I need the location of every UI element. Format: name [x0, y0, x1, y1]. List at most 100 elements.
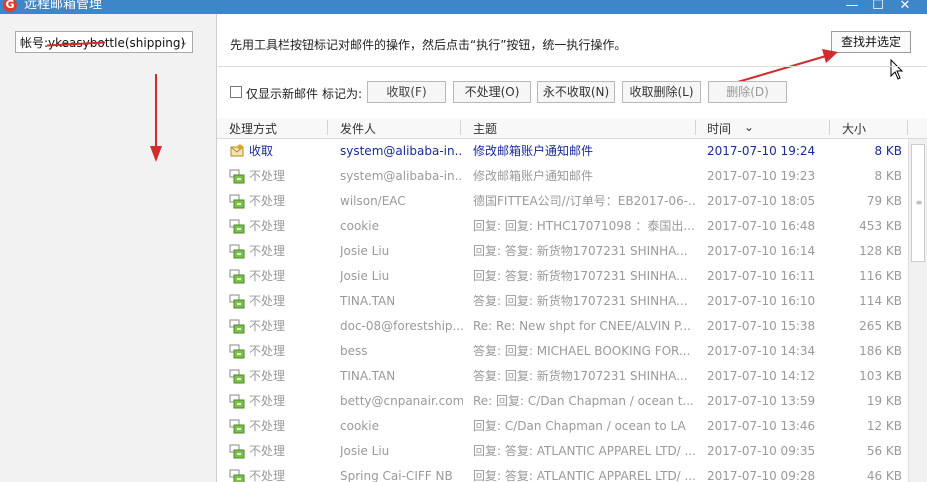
size-cell: 265 KB	[859, 319, 902, 333]
sender-cell: cookie	[340, 419, 379, 433]
mail-row[interactable]: 不处理 TINA.TAN 答复: 回复: 新货物1707231 SHINHA... 2…	[217, 289, 907, 314]
mail-row[interactable]: 不处理 cookie 回复: 回复: HTHC17071098 ：泰国出... 201…	[217, 214, 907, 239]
action-cell: 不处理	[249, 319, 286, 333]
subject-cell: 回复: 答复: 新货物1707231 SHINHA...	[473, 269, 688, 283]
sender-cell: doc-08@forestship...	[340, 319, 463, 333]
sender-cell: system@alibaba-in...	[340, 169, 463, 183]
column-header-sender[interactable]: 发件人	[340, 120, 376, 137]
mail-row[interactable]: 不处理 betty@cnpanair.com Re: 回复: C/Dan Chapm…	[217, 389, 907, 414]
action-cell: 不处理	[249, 194, 286, 208]
mail-row[interactable]: 不处理 Josie Liu 回复: 答复: 新货物1707231 SHINHA...…	[217, 264, 907, 289]
chevron-down-icon: ⌄	[179, 37, 188, 48]
mail-row[interactable]: 不处理 Josie Liu 回复: 答复: 新货物1707231 SHINHA...…	[217, 239, 907, 264]
subject-cell: 回复: 答复: 新货物1707231 SHINHA...	[473, 244, 688, 258]
mail-row[interactable]: 收取 system@alibaba-in... 修改邮箱账户通知邮件 2017-07-…	[217, 139, 907, 164]
receive-delete-button[interactable]: 收取删除(L)	[622, 81, 701, 103]
ignore-mail-icon	[229, 294, 245, 309]
mail-row[interactable]: 不处理 bess 答复: 回复: MICHAEL BOOKING FOR... 201…	[217, 339, 907, 364]
subject-cell: 回复: 回复: HTHC17071098 ：泰国出...	[473, 219, 695, 233]
column-divider[interactable]	[907, 120, 908, 135]
ignore-mail-icon	[229, 319, 245, 334]
size-cell: 128 KB	[859, 244, 902, 258]
mail-row[interactable]: 不处理 Spring Cai-CIFF NB 回复: 答复: ATLANTIC AP…	[217, 464, 907, 482]
scrollbar-thumb[interactable]: ≡	[911, 144, 925, 262]
size-cell: 79 KB	[866, 194, 902, 208]
column-header-action[interactable]: 处理方式	[229, 120, 277, 137]
sender-cell: bess	[340, 344, 368, 358]
time-cell: 2017-07-10 09:28	[707, 469, 816, 482]
time-cell: 2017-07-10 18:05	[707, 194, 816, 208]
minimize-button[interactable]: —	[842, 0, 862, 13]
size-cell: 114 KB	[859, 294, 902, 308]
action-cell: 不处理	[249, 394, 286, 408]
sender-cell: system@alibaba-in...	[340, 144, 463, 158]
mail-row[interactable]: 不处理 system@alibaba-in... 修改邮箱账户通知邮件 2017-07…	[217, 164, 907, 189]
close-button[interactable]: ✕	[895, 0, 915, 13]
column-header-time[interactable]: 时间	[707, 120, 731, 137]
title-bar: G 远程邮箱管理 — ☐ ✕	[0, 0, 927, 14]
size-cell: 8 KB	[874, 144, 902, 158]
receive-button[interactable]: 收取(F)	[367, 81, 446, 103]
only-new-checkbox[interactable]	[230, 86, 242, 98]
action-cell: 不处理	[249, 469, 286, 482]
mail-row[interactable]: 不处理 Josie Liu 回复: 答复: ATLANTIC APPAREL LTD…	[217, 439, 907, 464]
window-title: 远程邮箱管理	[24, 0, 103, 12]
time-cell: 2017-07-10 13:46	[707, 419, 816, 433]
column-divider[interactable]	[695, 120, 696, 135]
action-cell: 不处理	[249, 344, 286, 358]
subject-cell: 答复: 回复: MICHAEL BOOKING FOR...	[473, 344, 691, 358]
subject-cell: 答复: 回复: 新货物1707231 SHINHA...	[473, 369, 688, 383]
ignore-mail-icon	[229, 419, 245, 434]
action-cell: 不处理	[249, 369, 286, 383]
subject-cell: 回复: 答复: ATLANTIC APPAREL LTD/ ...	[473, 469, 695, 482]
sender-cell: Spring Cai-CIFF NB	[340, 469, 453, 482]
column-header-subject[interactable]: 主题	[473, 120, 497, 137]
red-arrow-down-icon	[150, 74, 162, 162]
maximize-button[interactable]: ☐	[868, 0, 888, 13]
sender-cell: Josie Liu	[340, 269, 390, 283]
ignore-mail-icon	[229, 444, 245, 459]
receive-mail-icon	[230, 144, 244, 157]
ignore-mail-icon	[229, 244, 245, 259]
delete-button[interactable]: 删除(D)	[708, 81, 787, 103]
action-cell: 不处理	[249, 444, 286, 458]
sender-cell: Josie Liu	[340, 444, 390, 458]
subject-cell: Re: Re: New shpt for CNEE/ALVIN P...	[473, 319, 691, 333]
size-cell: 116 KB	[859, 269, 902, 283]
time-cell: 2017-07-10 16:10	[707, 294, 816, 308]
column-divider[interactable]	[327, 120, 328, 135]
find-and-select-button[interactable]: 查找并选定	[831, 31, 911, 53]
time-cell: 2017-07-10 16:48	[707, 219, 816, 233]
vertical-scrollbar[interactable]: ≡	[908, 139, 927, 482]
column-divider[interactable]	[829, 120, 830, 135]
ignore-button[interactable]: 不处理(O)	[453, 81, 531, 103]
mail-row[interactable]: 不处理 cookie 回复: C/Dan Chapman / ocean to LA…	[217, 414, 907, 439]
divider	[217, 66, 927, 67]
subject-cell: 回复: C/Dan Chapman / ocean to LA	[473, 419, 686, 433]
action-cell: 不处理	[249, 219, 286, 233]
list-header: 处理方式 发件人 主题 时间 ⌄ 大小	[217, 118, 927, 139]
time-cell: 2017-07-10 14:12	[707, 369, 816, 383]
column-divider[interactable]	[460, 120, 461, 135]
action-cell: 收取	[249, 144, 274, 158]
mail-row[interactable]: 不处理 TINA.TAN 答复: 回复: 新货物1707231 SHINHA... 2…	[217, 364, 907, 389]
column-header-size[interactable]: 大小	[842, 120, 866, 137]
sender-cell: Josie Liu	[340, 244, 390, 258]
subject-cell: 修改邮箱账户通知邮件	[473, 144, 594, 158]
ignore-mail-icon	[229, 469, 245, 482]
sender-cell: wilson/EAC	[340, 194, 406, 208]
never-receive-button[interactable]: 永不收取(N)	[537, 81, 615, 103]
mail-row[interactable]: 不处理 doc-08@forestship... Re: Re: New shpt …	[217, 314, 907, 339]
mail-row[interactable]: 不处理 wilson/EAC 德国FITTEA公司//订单号：EB2017-06-.…	[217, 189, 907, 214]
left-panel: 帐号:ykeasybottle(shipping) ⌄	[0, 14, 217, 482]
time-cell: 2017-07-10 14:34	[707, 344, 816, 358]
action-cell: 不处理	[249, 419, 286, 433]
only-new-label: 仅显示新邮件	[246, 87, 319, 101]
time-cell: 2017-07-10 19:24	[707, 144, 816, 158]
size-cell: 103 KB	[859, 369, 902, 383]
mark-as-label: 标记为:	[322, 87, 363, 101]
app-logo-icon: G	[3, 0, 17, 12]
sort-desc-icon: ⌄	[744, 120, 755, 134]
ignore-mail-icon	[229, 194, 245, 209]
action-cell: 不处理	[249, 244, 286, 258]
